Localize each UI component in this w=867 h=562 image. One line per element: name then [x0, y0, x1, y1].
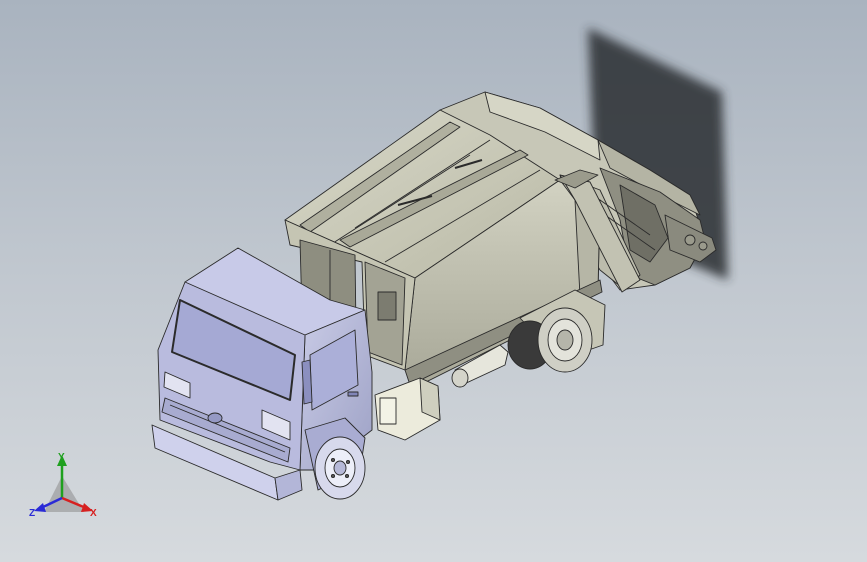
front-wheel [304, 417, 366, 500]
3d-viewport[interactable]: Y X Z [0, 0, 867, 562]
y-axis-label: Y [58, 452, 65, 463]
model-canvas[interactable]: Y X Z [0, 0, 867, 562]
z-arrowhead-icon [34, 503, 46, 512]
battery-box [374, 377, 441, 441]
triad-base [44, 476, 84, 512]
z-axis-label: Z [29, 508, 35, 519]
axis-triad: Y X Z [29, 452, 97, 519]
x-axis-label: X [90, 508, 97, 519]
